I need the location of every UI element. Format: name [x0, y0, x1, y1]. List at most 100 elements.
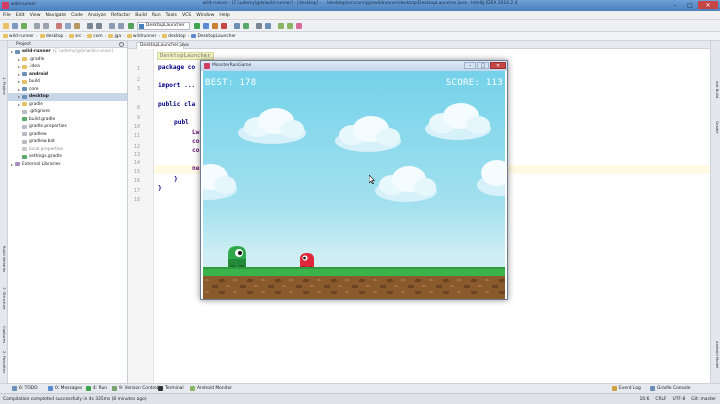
- project-tree-item[interactable]: gradlew.bat: [8, 138, 127, 146]
- project-tree-item[interactable]: ▸ android: [8, 71, 127, 79]
- sync-icon[interactable]: [21, 23, 27, 29]
- forward-icon[interactable]: [118, 23, 124, 29]
- help-icon[interactable]: [296, 23, 302, 29]
- code-line[interactable]: import ...: [158, 82, 195, 89]
- tool-tab-android-model[interactable]: Android Model: [715, 341, 720, 368]
- code-line[interactable]: publ: [174, 119, 189, 126]
- game-window[interactable]: MonsterRunGame – □ ✕ BEST: 178 SCORE: 11…: [200, 60, 508, 300]
- menu-tools[interactable]: Tools: [166, 13, 177, 18]
- tool-tab-android-monitor[interactable]: Android Monitor: [190, 386, 232, 391]
- menu-run[interactable]: Run: [152, 13, 161, 18]
- replace-icon[interactable]: [96, 23, 102, 29]
- code-line[interactable]: }: [158, 185, 162, 192]
- tool-tab-captures[interactable]: Captures: [2, 326, 7, 343]
- line-separator[interactable]: CRLF: [655, 397, 666, 402]
- cut-icon[interactable]: [56, 23, 62, 29]
- vcs-commit-icon[interactable]: [243, 23, 249, 29]
- project-tree-item[interactable]: ▸ desktop: [8, 93, 127, 101]
- code-line[interactable]: co: [192, 147, 199, 154]
- tool-tab-event-log[interactable]: Event Log: [612, 386, 641, 391]
- breadcrumb-item[interactable]: wild-runner ›: [3, 34, 38, 39]
- caret-position[interactable]: 16:6: [640, 397, 650, 402]
- tool-tab-project[interactable]: 1: Project: [2, 77, 7, 95]
- code-line[interactable]: package co: [158, 64, 195, 71]
- code-line[interactable]: }: [174, 176, 178, 183]
- project-panel-title[interactable]: Project: [16, 42, 31, 47]
- breadcrumb-item[interactable]: DesktopLauncher: [191, 34, 236, 39]
- git-branch[interactable]: Git: master: [691, 397, 716, 402]
- back-icon[interactable]: [109, 23, 115, 29]
- avd-manager-icon[interactable]: [287, 23, 293, 29]
- make-project-icon[interactable]: [128, 23, 134, 29]
- project-tree-item[interactable]: ▸ External Libraries: [8, 161, 127, 169]
- project-tree-item[interactable]: ▸ .idea: [8, 63, 127, 71]
- project-tree-item[interactable]: local.properties: [8, 146, 127, 154]
- menu-view[interactable]: View: [30, 13, 41, 18]
- breadcrumb-item[interactable]: jga ›: [108, 34, 125, 39]
- menu-window[interactable]: Window: [196, 13, 214, 18]
- settings-icon[interactable]: [256, 23, 262, 29]
- project-tree-item[interactable]: settings.gradle: [8, 153, 127, 161]
- project-tree-item[interactable]: build.gradle: [8, 116, 127, 124]
- run-configuration-select[interactable]: DesktopLauncher: [137, 22, 190, 30]
- coverage-icon[interactable]: [212, 23, 218, 29]
- game-maximize-button[interactable]: □: [477, 62, 489, 69]
- project-tree-item[interactable]: ▸ wild-runner (C:\udemy\gdx\wild-runner): [8, 48, 127, 56]
- minimize-button[interactable]: –: [668, 1, 682, 9]
- tool-tab-structure[interactable]: 7: Structure: [2, 287, 7, 310]
- menu-refactor[interactable]: Refactor: [111, 13, 130, 18]
- tool-tab-version-control[interactable]: 9: Version Control: [112, 386, 158, 391]
- code-line[interactable]: co: [192, 138, 199, 145]
- maximize-button[interactable]: □: [683, 1, 697, 9]
- redo-icon[interactable]: [43, 23, 49, 29]
- debug-icon[interactable]: [203, 23, 209, 29]
- project-structure-icon[interactable]: [265, 23, 271, 29]
- breadcrumb-item[interactable]: wildrunner ›: [126, 34, 160, 39]
- stop-icon[interactable]: [221, 23, 227, 29]
- tool-tab-terminal[interactable]: Terminal: [158, 386, 184, 391]
- project-tree-item[interactable]: gradle.properties: [8, 123, 127, 131]
- menu-code[interactable]: Code: [71, 13, 83, 18]
- tool-tab-run[interactable]: 4: Run: [86, 386, 107, 391]
- menu-help[interactable]: Help: [219, 13, 229, 18]
- copy-icon[interactable]: [65, 23, 71, 29]
- tool-tab-messages[interactable]: 0: Messages: [48, 386, 82, 391]
- project-tree-item[interactable]: ▸ .gradle: [8, 56, 127, 64]
- code-line[interactable]: ne: [192, 165, 199, 172]
- menu-build[interactable]: Build: [135, 13, 147, 18]
- vcs-update-icon[interactable]: [234, 23, 240, 29]
- game-window-title-bar[interactable]: MonsterRunGame – □ ✕: [201, 61, 507, 71]
- tool-tab-gradle-console[interactable]: Gradle Console: [650, 386, 690, 391]
- breadcrumb-item[interactable]: com ›: [87, 34, 106, 39]
- code-line[interactable]: public cla: [158, 101, 195, 108]
- game-minimize-button[interactable]: –: [464, 62, 476, 69]
- gear-icon[interactable]: [119, 42, 124, 47]
- menu-edit[interactable]: Edit: [16, 13, 25, 18]
- breadcrumb-item[interactable]: desktop ›: [162, 34, 189, 39]
- tool-tab-ant-build[interactable]: Ant Build: [715, 81, 720, 98]
- tool-tab-gradle[interactable]: Gradle: [715, 121, 720, 134]
- breadcrumb-item[interactable]: desktop ›: [39, 34, 67, 39]
- file-encoding[interactable]: UTF-8: [672, 397, 685, 402]
- editor-tab-desktoplauncher[interactable]: DesktopLauncher.java: [136, 42, 189, 49]
- project-tree-item[interactable]: ▸ gradle: [8, 101, 127, 109]
- tool-tab-build-variants[interactable]: Build Variants: [2, 246, 7, 272]
- menu-analyze[interactable]: Analyze: [88, 13, 106, 18]
- game-close-button[interactable]: ✕: [490, 62, 506, 69]
- close-button[interactable]: ✕: [698, 1, 718, 9]
- game-canvas[interactable]: BEST: 178 SCORE: 113: [203, 71, 505, 299]
- menu-navigate[interactable]: Navigate: [46, 13, 67, 18]
- menu-file[interactable]: File: [3, 13, 11, 18]
- project-tree-item[interactable]: gradlew: [8, 131, 127, 139]
- project-tree-item[interactable]: ▸ build: [8, 78, 127, 86]
- code-line[interactable]: Lw: [192, 129, 199, 136]
- paste-icon[interactable]: [74, 23, 80, 29]
- menu-vcs[interactable]: VCS: [182, 13, 191, 18]
- sdk-manager-icon[interactable]: [278, 23, 284, 29]
- run-icon[interactable]: [194, 23, 200, 29]
- breadcrumb-item[interactable]: src ›: [69, 34, 85, 39]
- find-icon[interactable]: [87, 23, 93, 29]
- project-tree-item[interactable]: .gitignore: [8, 108, 127, 116]
- status-message[interactable]: Compilation completed successfully in 4s…: [3, 397, 147, 402]
- project-tree-item[interactable]: ▸ core: [8, 86, 127, 94]
